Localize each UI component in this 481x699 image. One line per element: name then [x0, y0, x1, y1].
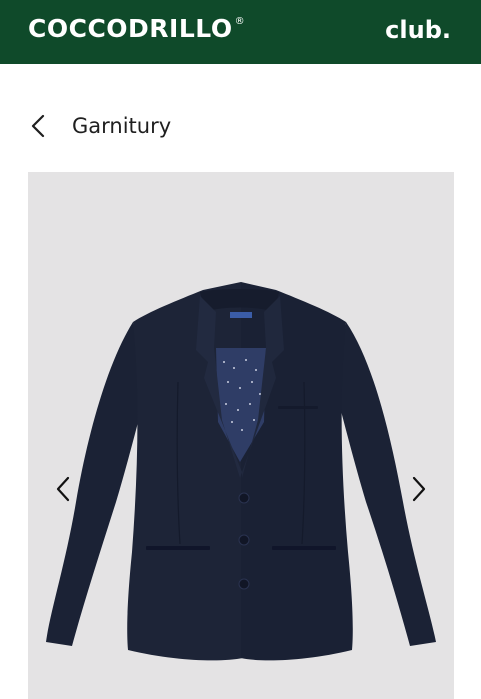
blazer-button-1	[238, 492, 250, 504]
blazer-body	[127, 282, 243, 661]
blazer-chest-pocket	[278, 406, 318, 409]
top-bar: COCCODRILLO ® club.	[0, 0, 481, 64]
registered-mark: ®	[234, 16, 246, 27]
breadcrumb-label: Garnitury	[72, 114, 172, 138]
gallery-prev-button[interactable]	[46, 472, 80, 506]
brand-tag	[230, 312, 252, 318]
blazer-left-pocket	[146, 546, 210, 550]
brand-logo[interactable]: COCCODRILLO ®	[28, 14, 245, 43]
product-image	[46, 282, 436, 661]
blazer-button-3	[238, 578, 250, 590]
chevron-right-icon	[412, 476, 426, 502]
blazer-right-pocket	[272, 546, 336, 550]
back-button[interactable]	[30, 108, 60, 144]
chevron-left-icon	[56, 476, 70, 502]
blazer-button-2	[238, 534, 250, 546]
chevron-left-icon	[31, 114, 45, 138]
breadcrumb: Garnitury	[30, 108, 171, 144]
product-gallery[interactable]	[28, 172, 454, 699]
brand-name: COCCODRILLO	[28, 14, 233, 43]
club-link[interactable]: club.	[385, 16, 451, 44]
gallery-next-button[interactable]	[402, 472, 436, 506]
